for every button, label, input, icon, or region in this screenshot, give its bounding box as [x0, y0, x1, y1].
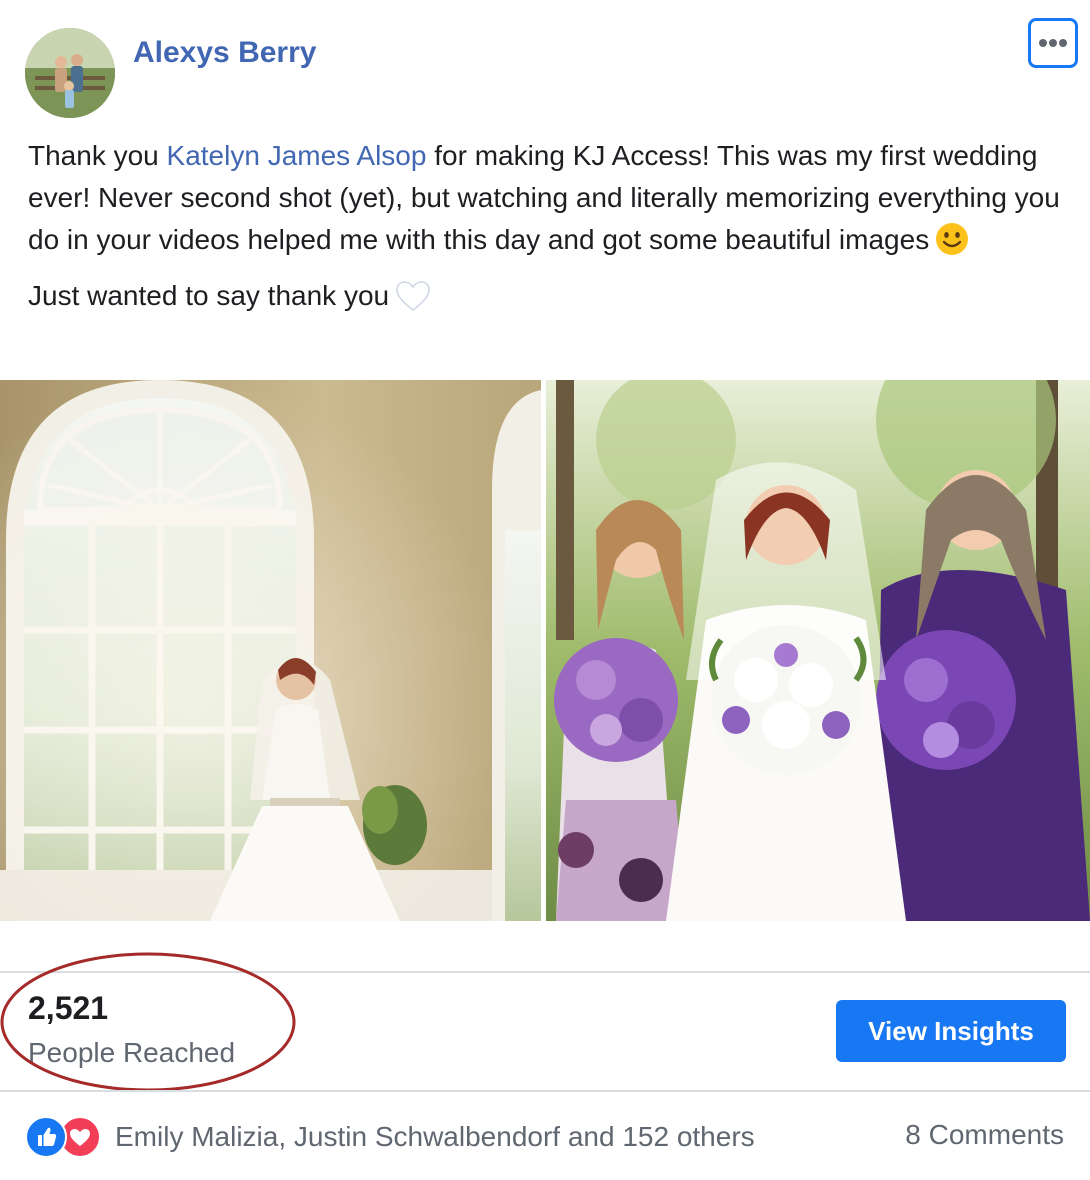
photo-bride-window[interactable] [0, 380, 541, 921]
author-name[interactable]: Alexys Berry [133, 36, 316, 70]
author-avatar[interactable] [25, 28, 115, 118]
comments-count[interactable]: 8 Comments [905, 1119, 1064, 1151]
post-paragraph-2: Just wanted to say thank you [28, 275, 1068, 317]
mention-link[interactable]: Katelyn James Alsop [167, 140, 427, 171]
reaction-icons[interactable] [25, 1116, 109, 1158]
post-card: Alexys Berry Thank you Katelyn James Als… [0, 0, 1090, 1180]
like-reaction-icon [25, 1116, 67, 1158]
view-insights-button[interactable]: View Insights [836, 1000, 1066, 1062]
slightly-smiling-face-emoji [936, 223, 969, 255]
more-options-button[interactable] [1028, 18, 1078, 68]
more-options-icon [1039, 39, 1067, 47]
reach-label: People Reached [28, 1037, 236, 1068]
post-paragraph-1: Thank you Katelyn James Alsop for making… [28, 135, 1068, 261]
divider-top [0, 971, 1090, 973]
divider-bottom [0, 1090, 1090, 1092]
reactors-list[interactable]: Emily Malizia, Justin Schwalbendorf and … [115, 1121, 755, 1153]
white-heart-emoji [396, 281, 430, 312]
reach-number: 2,521 [28, 990, 109, 1026]
post-text-prefix: Thank you [28, 140, 167, 171]
post-text-thanks: Just wanted to say thank you [28, 280, 390, 311]
post-text: Thank you Katelyn James Alsop for making… [28, 135, 1068, 317]
photo-bride-bridesmaids[interactable] [546, 380, 1090, 921]
